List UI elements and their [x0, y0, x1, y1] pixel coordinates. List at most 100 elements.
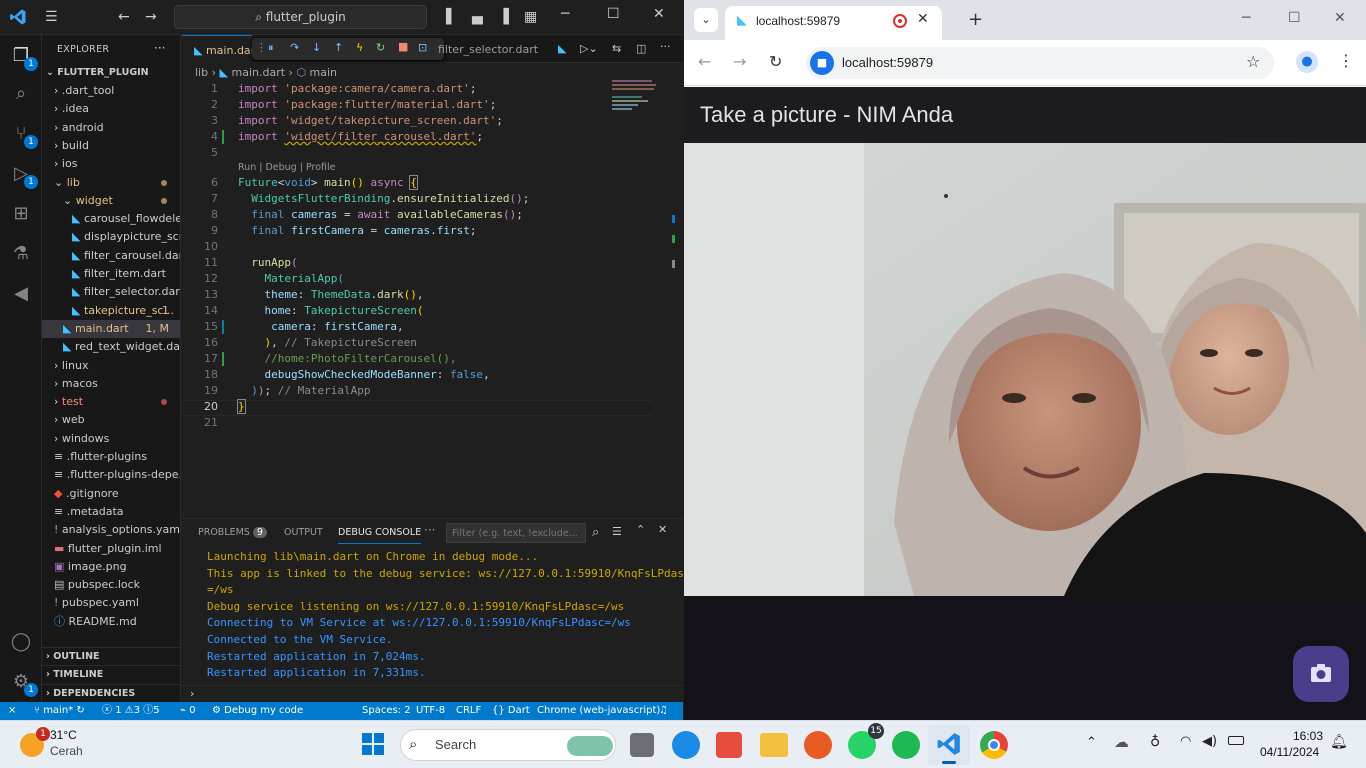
notifications-icon[interactable]: ♫ [659, 702, 668, 720]
debug-indicator[interactable]: ⚙ Debug my code [212, 702, 303, 720]
step-over-icon[interactable]: ↷ [290, 41, 299, 54]
clock-date[interactable]: 04/11/2024 [1260, 745, 1319, 759]
tab-problems[interactable]: PROBLEMS 9 [198, 527, 267, 538]
tree-item[interactable]: ⌄ widget [42, 192, 180, 210]
dart-devtools-icon[interactable]: ◣ [558, 42, 566, 55]
tree-item[interactable]: ◣ filter_carousel.dart [42, 247, 180, 265]
tree-item[interactable]: › .idea [42, 100, 180, 118]
manage-gear-icon[interactable]: ⚙ 1 [8, 669, 38, 697]
tree-item[interactable]: ▤ pubspec.lock [42, 576, 180, 594]
tree-item[interactable]: ◣ filter_item.dart [42, 265, 180, 283]
console-input[interactable]: › [182, 685, 683, 703]
timeline-section[interactable]: › TIMELINE [42, 665, 180, 683]
tree-item[interactable]: › ios [42, 155, 180, 173]
testing-icon[interactable]: ⚗ [8, 241, 34, 267]
weather-icon[interactable]: 1 [20, 727, 50, 757]
run-dropdown-icon[interactable]: ▷⌄ [580, 42, 598, 55]
menu-icon[interactable]: ☰ [45, 9, 58, 25]
ports-indicator[interactable]: ⌁ 0 [180, 702, 196, 720]
bookmark-star-icon[interactable]: ☆ [1246, 52, 1260, 71]
tree-item[interactable]: ◣ carousel_flowdeleg... [42, 210, 180, 228]
code-area[interactable]: 1 2 3 4 5 6 7 8 9 10 11 12 13 14 15 16 1… [182, 82, 652, 518]
tree-item[interactable]: ⌄ lib [42, 174, 180, 192]
pause-icon[interactable]: ⏸ [268, 41, 274, 55]
tree-item[interactable]: ◣ filter_selector.dart [42, 283, 180, 301]
source-control-icon[interactable]: ⑂ 1 [8, 121, 38, 149]
taskbar-search[interactable]: ⌕ Search [400, 729, 616, 761]
chrome-close-button[interactable]: ✕ [1334, 10, 1346, 26]
filter-icon[interactable]: ⌕ [592, 525, 599, 540]
extensions-icon[interactable]: ⊞ [8, 201, 34, 227]
tree-item[interactable]: ◣ displaypicture_scre... [42, 228, 180, 246]
tree-item[interactable]: › build [42, 137, 180, 155]
address-bar[interactable]: ■ localhost:59879 ☆ [806, 47, 1274, 79]
minimize-button[interactable]: ─ [561, 6, 569, 22]
restart-icon[interactable]: ↻ [376, 41, 385, 54]
edge-icon[interactable] [672, 731, 700, 759]
account-icon[interactable]: ◯ [8, 629, 34, 655]
tree-item[interactable]: ◆ .gitignore [42, 485, 180, 503]
tree-item[interactable]: › android [42, 119, 180, 137]
chrome-maximize-button[interactable]: ☐ [1288, 10, 1301, 26]
show-hidden-icons[interactable]: ⌃ [1086, 735, 1097, 750]
tree-item[interactable]: ▣ image.png [42, 558, 180, 576]
store-icon[interactable] [716, 732, 742, 758]
device-indicator[interactable]: Chrome (web-javascript) [537, 702, 660, 720]
profile-icon[interactable]: ● [1296, 51, 1318, 73]
tab-debug-console[interactable]: DEBUG CONSOLE [338, 527, 422, 544]
tree-item[interactable]: ◣ red_text_widget.dart [42, 338, 180, 356]
command-center-search[interactable]: ⌕ flutter_plugin [174, 5, 427, 29]
branch-indicator[interactable]: ⑂ main* ↻ [34, 702, 85, 720]
language-indicator[interactable]: {} Dart [492, 702, 530, 720]
tab-main-dart[interactable]: ◣ main.dart [182, 35, 252, 63]
clear-console-icon[interactable]: ☰ [612, 525, 622, 538]
close-button[interactable]: ✕ [653, 6, 665, 22]
maximize-panel-icon[interactable]: ⌃ [636, 523, 645, 536]
encoding-indicator[interactable]: UTF-8 [416, 702, 445, 720]
chrome-icon[interactable] [980, 731, 1008, 759]
breadcrumb-symbol[interactable]: main [310, 66, 337, 79]
tree-item[interactable]: ! pubspec.yaml [42, 594, 180, 612]
camera-in-use-icon[interactable]: ■ [810, 51, 834, 75]
file-explorer-icon[interactable] [760, 733, 788, 757]
panel-more-icon[interactable]: ··· [424, 523, 435, 537]
tab-output[interactable]: OUTPUT [284, 527, 323, 538]
tree-item[interactable]: ◣ takepicture_sc... 1 [42, 302, 180, 320]
tree-item[interactable]: ◣ main.dart 1, M [42, 319, 180, 338]
outline-section[interactable]: › OUTLINE [42, 647, 180, 665]
toggle-sidebar-icon[interactable]: ▌ [446, 9, 457, 25]
breadcrumb-file[interactable]: main.dart [231, 66, 285, 79]
codelens[interactable]: Run | Debug | Profile [238, 162, 335, 173]
back-icon[interactable]: ← [698, 52, 711, 71]
customize-layout-icon[interactable]: ▦ [524, 9, 537, 25]
hot-reload-icon[interactable]: ϟ [356, 41, 363, 54]
stop-icon[interactable]: ■ [398, 40, 408, 53]
task-view-icon[interactable] [630, 733, 654, 757]
spotify-icon[interactable] [892, 731, 920, 759]
wifi-icon[interactable]: ◠ [1180, 734, 1191, 749]
tree-item[interactable]: ≡ .flutter-plugins-depe... [42, 466, 180, 484]
remote-icon[interactable]: ⨯ [8, 702, 16, 720]
explorer-icon[interactable]: ❐ 1 [8, 43, 38, 71]
forward-icon[interactable]: → [733, 52, 746, 71]
firefox-icon[interactable] [804, 731, 832, 759]
forward-arrow-icon[interactable]: → [145, 9, 157, 25]
new-tab-icon[interactable]: + [968, 9, 983, 30]
problems-indicator[interactable]: ⓧ 1 ⚠3 ⓘ5 [102, 702, 160, 720]
tree-item[interactable]: › web [42, 411, 180, 429]
close-tab-icon[interactable]: ✕ [917, 11, 929, 27]
tree-item[interactable]: › linux [42, 357, 180, 375]
onedrive-cloud-icon[interactable]: ☁ [1114, 733, 1129, 751]
whatsapp-icon[interactable]: 15 [848, 723, 884, 759]
chrome-minimize-button[interactable]: ─ [1242, 10, 1250, 26]
tab-filter-selector[interactable]: filter_selector.dart [422, 35, 552, 63]
eol-indicator[interactable]: CRLF [456, 702, 481, 720]
volume-icon[interactable]: ◀) [1202, 734, 1217, 749]
take-picture-button[interactable] [1293, 646, 1349, 702]
reload-icon[interactable]: ↻ [769, 52, 782, 71]
open-changes-icon[interactable]: ⇆ [612, 42, 621, 55]
tree-item[interactable]: ≡ .metadata [42, 503, 180, 521]
chrome-menu-icon[interactable]: ⋮ [1338, 51, 1354, 70]
clock-time[interactable]: 16:03 [1293, 729, 1323, 743]
toggle-secondary-sidebar-icon[interactable]: ▐ [498, 9, 509, 25]
